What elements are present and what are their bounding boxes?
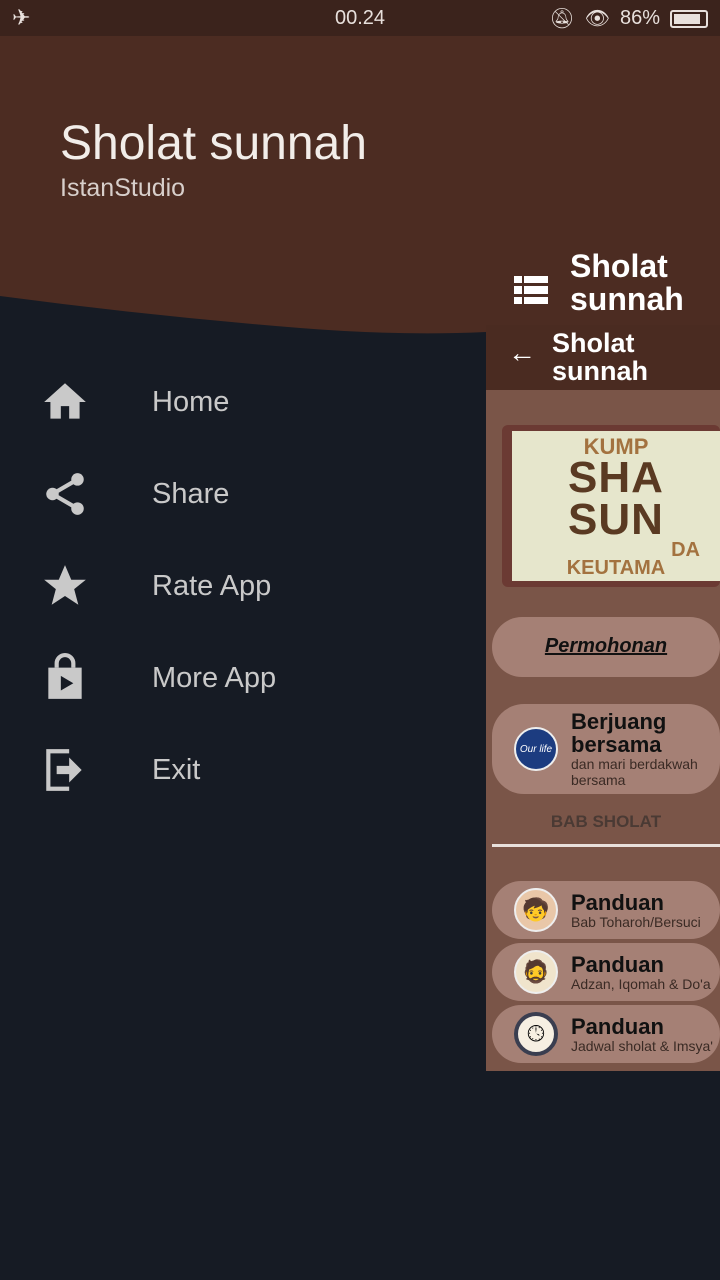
- item-title: Panduan: [571, 1013, 664, 1039]
- share-icon: [46, 473, 84, 515]
- main-screen: Sholat sunnah ← Sholat sunnah KUMP SHA S…: [486, 36, 720, 1072]
- adzan-icon: 🧔: [514, 950, 558, 995]
- drawer-subtitle: IstanStudio: [60, 174, 186, 202]
- play-store-icon: [48, 653, 82, 699]
- list-menu-icon[interactable]: [514, 276, 548, 304]
- clock-icon: 🕓︎: [514, 1012, 558, 1057]
- banner-text: KEUTAMA: [566, 557, 666, 579]
- banner-text: SUN: [568, 495, 664, 544]
- bell-off-icon: 🔕︎: [549, 8, 575, 30]
- toolbar: ← Sholat sunnah: [486, 325, 720, 390]
- battery-percent: 86%: [619, 7, 660, 29]
- drawer-item-label: Exit: [152, 753, 201, 786]
- home-icon: [44, 383, 86, 419]
- banner-image: KUMP SHA SUN DA KEUTAMA: [502, 425, 720, 587]
- navigation-drawer: Sholat sunnah IstanStudio Home Share Rat…: [0, 36, 486, 1280]
- list-item[interactable]: 🧔 Panduan Adzan, Iqomah & Do'a: [492, 943, 720, 1002]
- app-bar: Sholat sunnah: [486, 36, 720, 325]
- promo-card[interactable]: Our life Berjuang bersama dan mari berdak…: [492, 704, 720, 795]
- drawer-item-label: Share: [152, 477, 230, 510]
- item-subtitle: Bab Toharoh/Bersuci: [571, 913, 701, 930]
- section-heading: BAB SHOLAT: [550, 812, 662, 832]
- exit-icon: [46, 749, 82, 791]
- star-icon: [44, 565, 86, 605]
- item-subtitle: Adzan, Iqomah & Do'a: [571, 975, 711, 992]
- item-subtitle: Jadwal sholat & Imsya': [571, 1037, 713, 1054]
- drawer-item-label: Home: [152, 385, 230, 418]
- drawer-item-rate[interactable]: Rate App: [0, 546, 486, 626]
- item-title: Panduan: [571, 889, 664, 915]
- drawer-item-label: Rate App: [152, 569, 272, 602]
- status-bar: ✈ 00.24 🔕︎ 👁︎ 86%: [0, 0, 720, 36]
- banner-text: SHA: [568, 453, 664, 502]
- drawer-item-share[interactable]: Share: [0, 454, 486, 534]
- promo-title: Berjuang bersama: [571, 709, 667, 758]
- battery-icon: [670, 9, 708, 28]
- eye-icon: 👁︎: [584, 8, 610, 30]
- wudhu-icon: 🧒: [514, 888, 558, 933]
- dakwah-logo: Our life: [514, 727, 558, 772]
- item-title: Panduan: [571, 951, 664, 977]
- list-item[interactable]: 🧒 Panduan Bab Toharoh/Bersuci: [492, 881, 720, 940]
- app-title: Sholat sunnah: [570, 247, 684, 318]
- drawer-item-home[interactable]: Home: [0, 362, 486, 442]
- request-link[interactable]: Permohonan: [492, 617, 720, 677]
- drawer-item-exit[interactable]: Exit: [0, 730, 486, 810]
- list-item[interactable]: 🕓︎ Panduan Jadwal sholat & Imsya': [492, 1005, 720, 1064]
- toolbar-title: Sholat sunnah: [552, 328, 649, 387]
- drawer-item-label: More App: [152, 661, 277, 694]
- promo-subtitle: dan mari berdakwah bersama: [571, 756, 698, 789]
- drawer-item-more-app[interactable]: More App: [0, 638, 486, 718]
- divider: [492, 844, 720, 848]
- drawer-title: Sholat sunnah: [60, 117, 367, 170]
- back-arrow-icon[interactable]: ←: [508, 337, 536, 369]
